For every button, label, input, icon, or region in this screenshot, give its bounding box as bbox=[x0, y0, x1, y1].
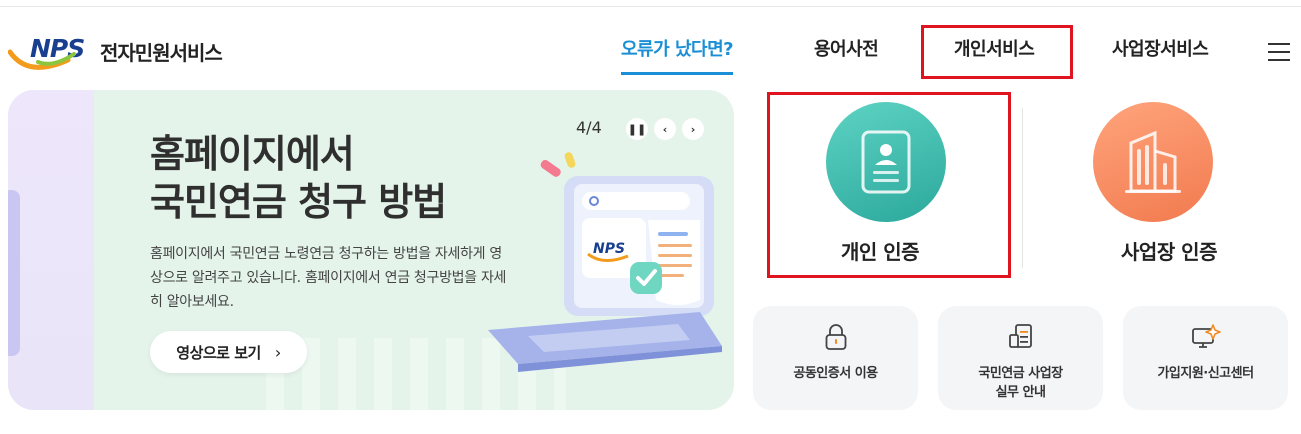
tile-support-center[interactable]: 가입지원·신고센터 bbox=[1123, 306, 1288, 410]
highlight-box-auth bbox=[767, 92, 1011, 278]
tile-business-guide-line2: 실무 안내 bbox=[995, 385, 1046, 400]
main-nav: 오류가 났다면? 용어사전 개인서비스 사업장서비스 bbox=[0, 37, 1301, 77]
chevron-right-icon[interactable]: › bbox=[682, 118, 704, 140]
building-icon bbox=[1125, 130, 1181, 193]
top-divider bbox=[0, 6, 1301, 7]
tile-business-guide[interactable]: 국민연금 사업장 실무 안내 bbox=[938, 306, 1103, 410]
business-auth-card[interactable]: 사업장 인증 bbox=[1030, 96, 1270, 276]
laptop-illustration: NPS bbox=[488, 152, 722, 372]
banner-side-tint bbox=[8, 90, 94, 410]
chevron-left-icon[interactable]: ‹ bbox=[654, 118, 676, 140]
banner-title-line2: 국민연금 청구 방법 bbox=[150, 180, 447, 224]
banner-prev-slide-edge bbox=[8, 190, 20, 356]
illustration-logo-text: NPS bbox=[593, 241, 625, 257]
tile-business-guide-line1: 국민연금 사업장 bbox=[978, 366, 1063, 381]
slide-counter: 4/4 bbox=[576, 118, 602, 137]
nav-business-service[interactable]: 사업장서비스 bbox=[1112, 37, 1209, 75]
document-icon bbox=[1008, 324, 1032, 348]
business-auth-circle bbox=[1093, 102, 1213, 222]
banner-description: 홈페이지에서 국민연금 노령연금 청구하는 방법을 자세하게 영상으로 알려주고… bbox=[150, 246, 507, 310]
banner-title: 홈페이지에서 국민연금 청구 방법 bbox=[150, 130, 447, 226]
nav-glossary[interactable]: 용어사전 bbox=[814, 37, 879, 75]
chevron-right-icon: › bbox=[274, 342, 281, 362]
tile-certificate-label: 공동인증서 이용 bbox=[793, 366, 878, 381]
banner-title-line1: 홈페이지에서 bbox=[150, 132, 355, 176]
auth-divider bbox=[1022, 108, 1023, 268]
tile-certificate[interactable]: 공동인증서 이용 bbox=[753, 306, 918, 410]
main-banner: 홈페이지에서 국민연금 청구 방법 홈페이지에서 국민연금 노령연금 청구하는 … bbox=[8, 90, 734, 410]
highlight-box-nav bbox=[921, 25, 1073, 79]
watch-video-label: 영상으로 보기 bbox=[176, 343, 261, 362]
hamburger-menu-icon[interactable] bbox=[1268, 43, 1290, 61]
lock-icon bbox=[825, 324, 846, 350]
tile-business-guide-label: 국민연금 사업장 실무 안내 bbox=[938, 364, 1103, 402]
watch-video-button[interactable]: 영상으로 보기 › bbox=[150, 331, 307, 373]
pause-icon[interactable]: ❚❚ bbox=[626, 118, 648, 140]
nav-error-help[interactable]: 오류가 났다면? bbox=[621, 37, 734, 75]
monitor-spark-icon bbox=[1191, 324, 1221, 348]
tile-support-center-label: 가입지원·신고센터 bbox=[1157, 366, 1254, 381]
business-auth-label: 사업장 인증 bbox=[1121, 240, 1217, 264]
